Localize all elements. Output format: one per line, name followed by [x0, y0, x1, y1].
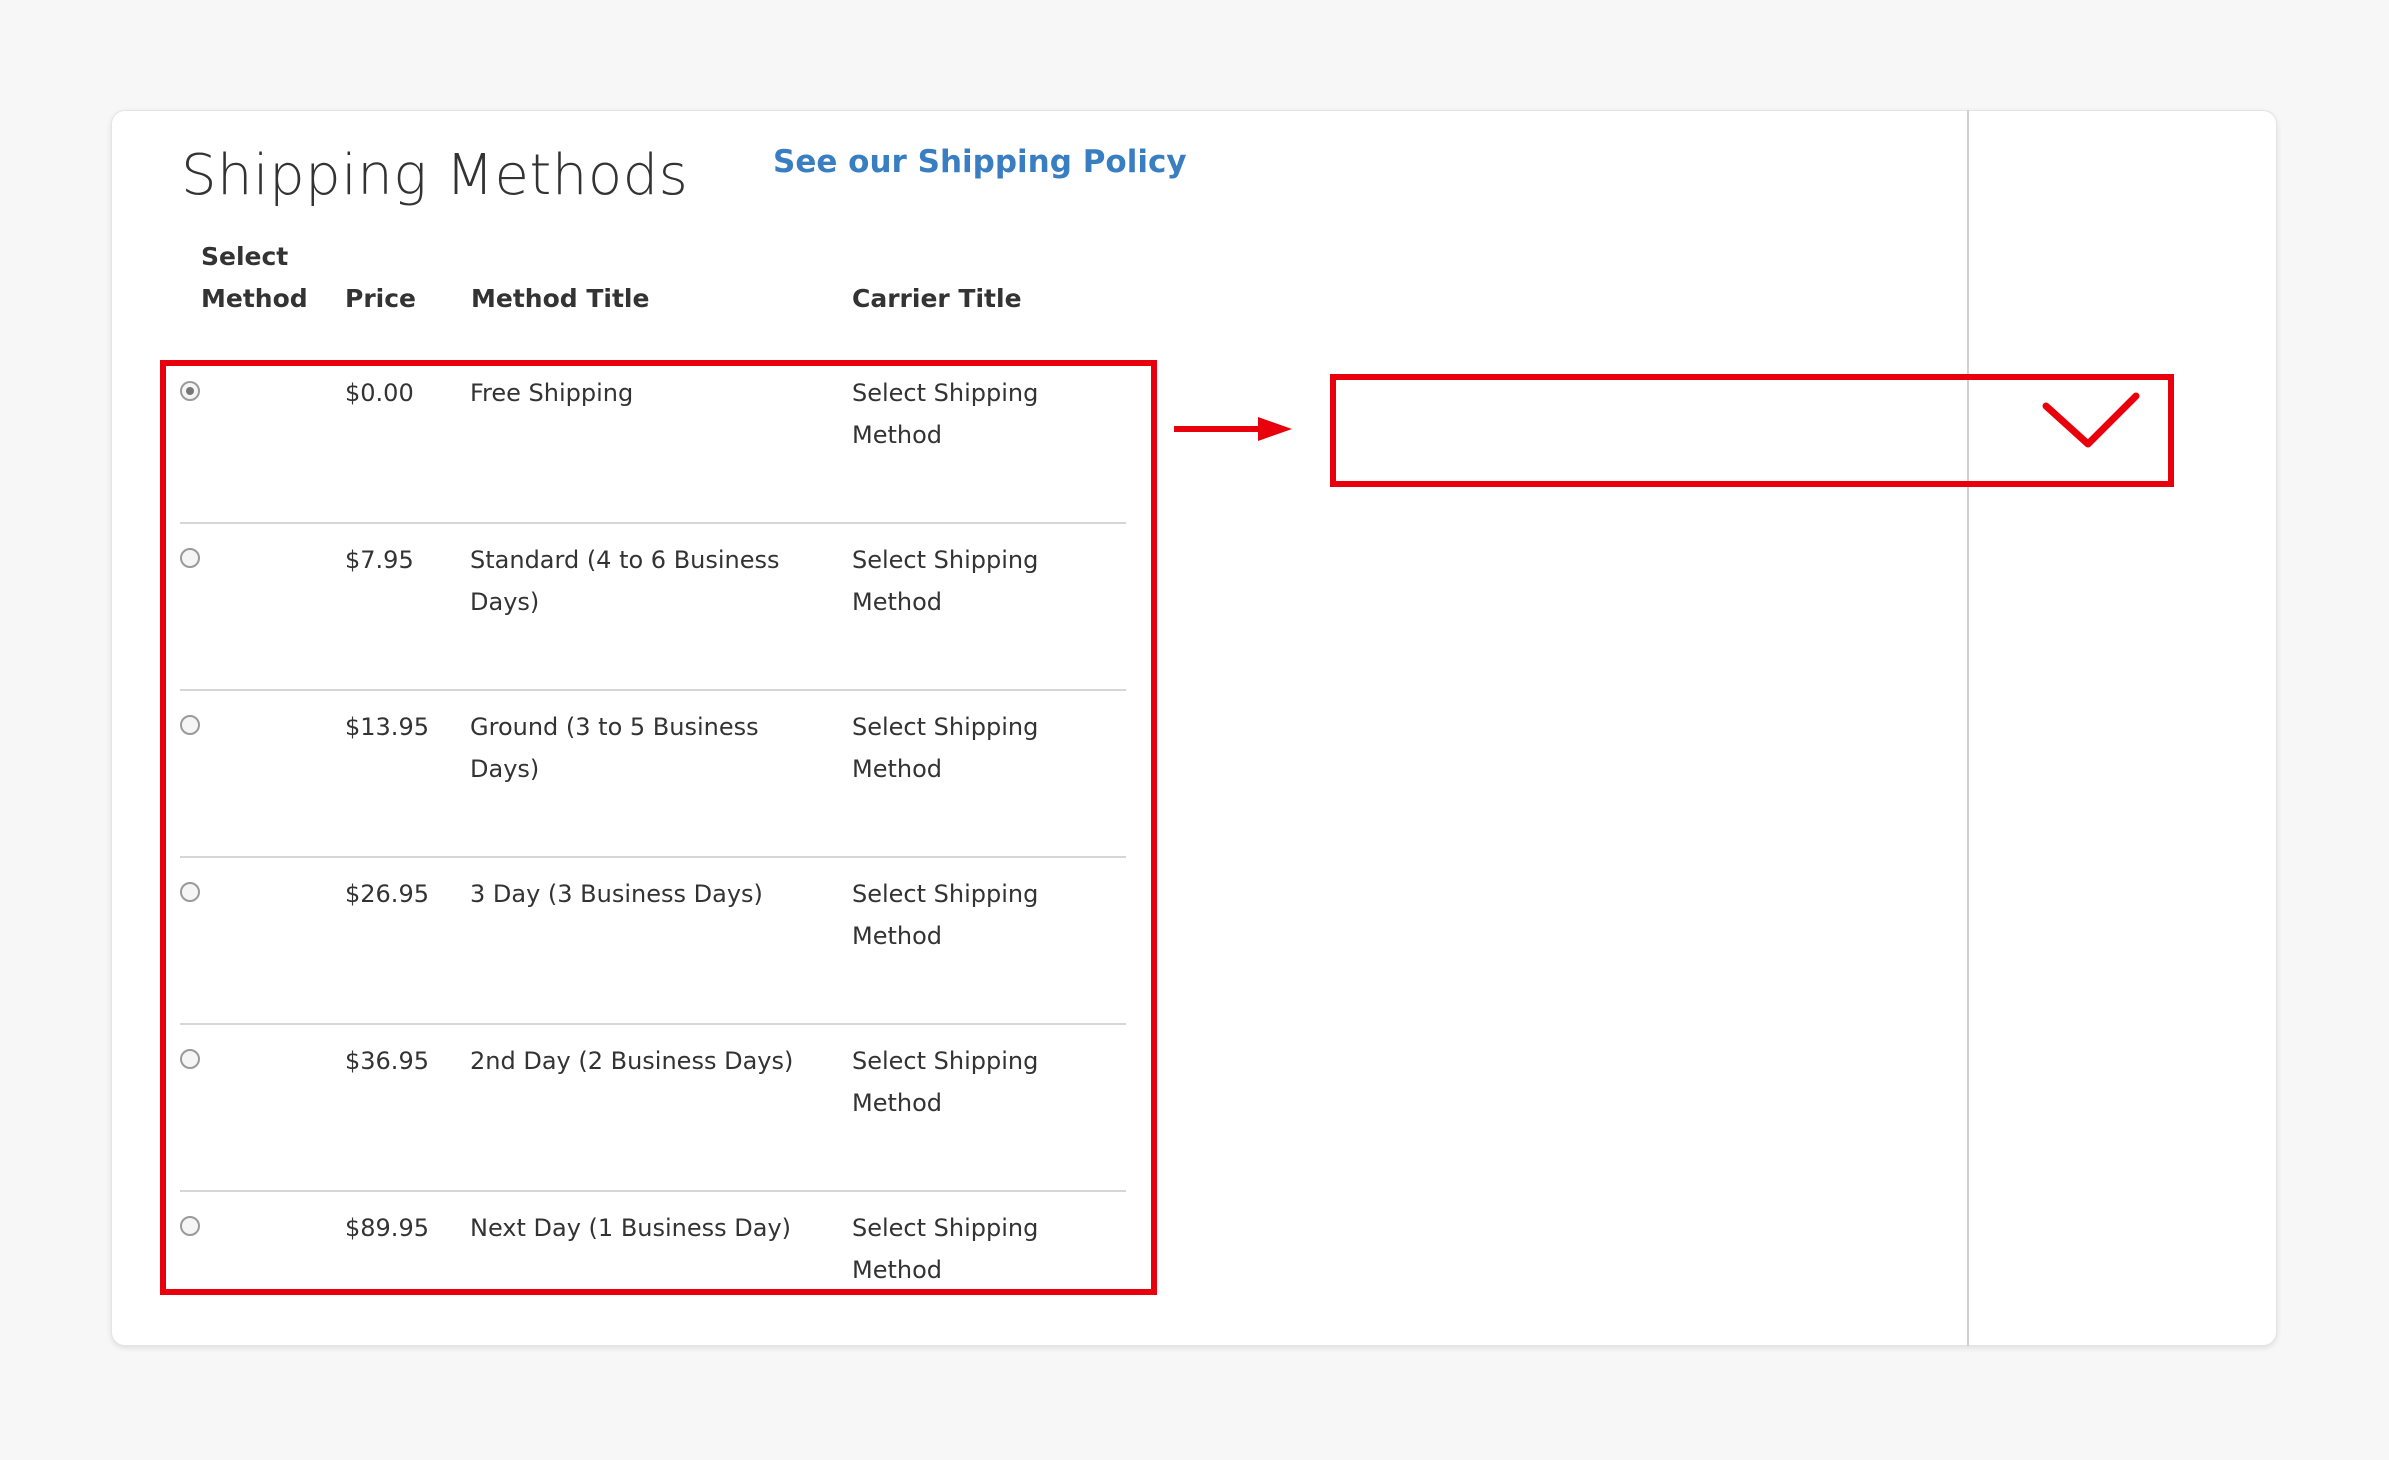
page-title: Shipping Methods [181, 143, 689, 208]
checkmark-icon [2042, 392, 2140, 448]
shipping-policy-link[interactable]: See our Shipping Policy [773, 144, 1187, 180]
screenshot-stage: Shipping Methods See our Shipping Policy… [0, 0, 2389, 1460]
column-header-select: Select Method [201, 236, 308, 320]
column-divider [1967, 110, 1969, 1346]
column-header-method-title: Method Title [471, 284, 650, 313]
shipping-methods-highlight-box [160, 360, 1157, 1295]
right-arrow-icon [1174, 417, 1292, 441]
column-header-price: Price [345, 284, 416, 313]
column-header-carrier-title: Carrier Title [852, 284, 1022, 313]
column-header-select-line1: Select [201, 242, 289, 271]
column-header-select-line2: Method [201, 284, 308, 313]
